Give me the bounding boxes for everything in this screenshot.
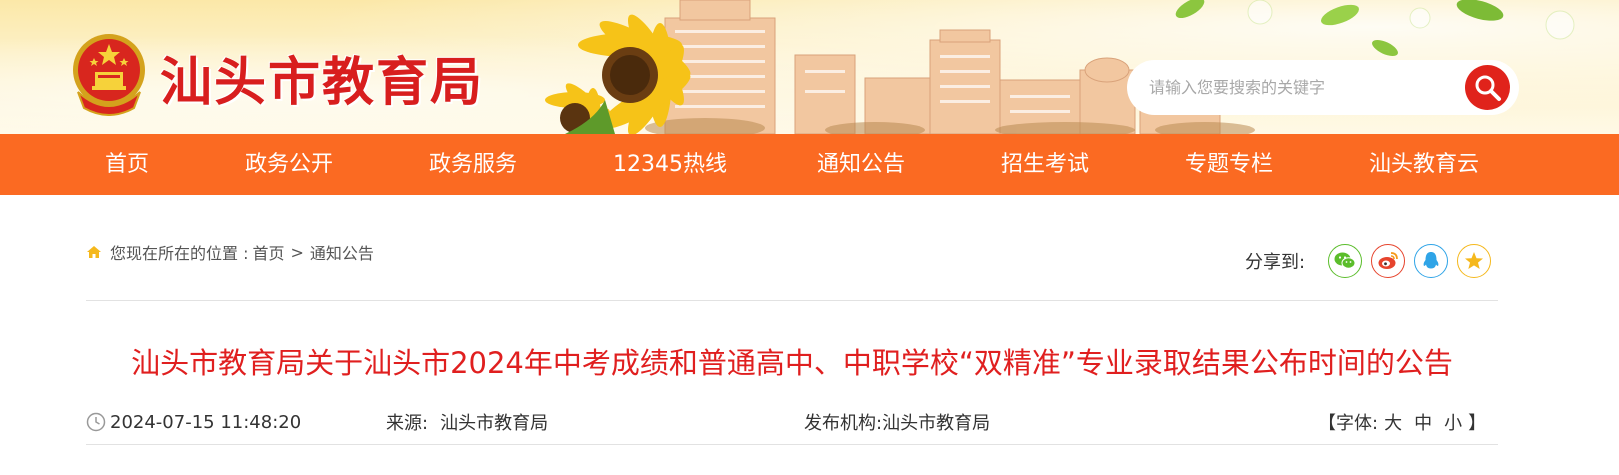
nav-item-home[interactable]: 首页 [105,134,149,195]
source-value: 汕头市教育局 [440,413,549,434]
share-qq-button[interactable] [1414,244,1449,278]
nav-item-government-services[interactable]: 政务服务 [429,134,517,195]
source-label: 来源: [386,413,429,434]
search-icon [1475,75,1501,101]
nav-item-government-affairs[interactable]: 政务公开 [245,134,333,195]
decorative-leaves [1175,0,1575,57]
share-qzone-button[interactable] [1457,244,1492,278]
home-icon [87,246,101,258]
national-emblem-icon [73,34,145,116]
font-size-large-button[interactable]: 大 [1384,409,1402,435]
weibo-icon [1378,252,1398,269]
datetime-value: 2024-07-15 11:48:20 [110,411,302,433]
qzone-star-icon [1465,252,1484,269]
header-banner: 汕头市教育局 [0,0,1619,134]
share-weibo-button[interactable] [1371,244,1406,278]
wechat-icon [1334,252,1356,269]
breadcrumb-prefix: 您现在所在的位置 : [110,244,249,263]
search-button[interactable] [1465,65,1510,110]
nav-item-notices[interactable]: 通知公告 [817,134,905,195]
nav-item-special-topics[interactable]: 专题专栏 [1185,134,1273,195]
article-datetime: 2024-07-15 11:48:20 [86,410,301,434]
share-bar: 分享到: [1245,244,1492,278]
nav-item-enrollment-exams[interactable]: 招生考试 [1001,134,1089,195]
breadcrumb: 您现在所在的位置 : 首页 > 通知公告 [86,240,374,264]
font-size-medium-button[interactable]: 中 [1414,409,1432,435]
font-size-small-button[interactable]: 小 [1444,409,1462,435]
nav-item-education-cloud[interactable]: 汕头教育云 [1369,134,1479,195]
share-label: 分享到: [1245,252,1306,273]
qq-icon [1423,252,1439,269]
search-input[interactable] [1149,72,1449,102]
search-box [1127,60,1519,115]
publisher-label: 发布机构: [804,413,883,434]
breadcrumb-separator: > [290,242,304,262]
breadcrumb-link-notices[interactable]: 通知公告 [310,240,374,264]
main-nav: 首页 政务公开 政务服务 12345热线 通知公告 招生考试 专题专栏 汕头教育… [0,134,1619,195]
font-size-close: 】 [1468,413,1487,434]
share-wechat-button[interactable] [1328,244,1363,278]
article-source: 来源: 汕头市教育局 [386,410,548,434]
font-size-label: 【字体: [1318,413,1379,434]
nav-item-hotline[interactable]: 12345热线 [613,134,727,195]
divider [86,444,1498,445]
article-publisher: 发布机构: 汕头市教育局 [804,410,990,434]
site-title[interactable]: 汕头市教育局 [160,40,484,115]
clock-icon [86,412,106,432]
font-size-control: 【字体: 大 中 小 】 [1318,410,1486,434]
publisher-value: 汕头市教育局 [882,413,991,434]
article-title: 汕头市教育局关于汕头市2024年中考成绩和普通高中、中职学校“双精准”专业录取结… [131,346,1453,380]
divider [86,300,1498,301]
breadcrumb-link-home[interactable]: 首页 [252,240,284,264]
